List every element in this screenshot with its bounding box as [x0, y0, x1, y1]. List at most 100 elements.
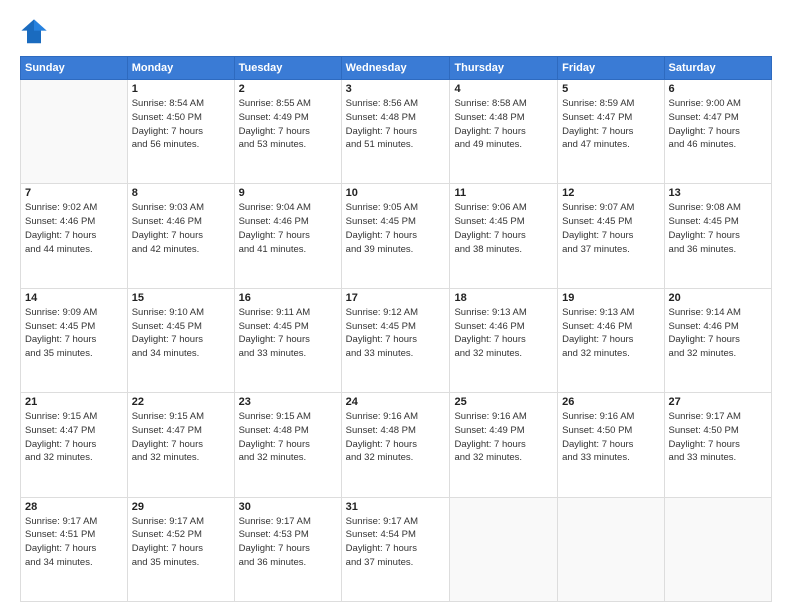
calendar-cell: 28 Sunrise: 9:17 AMSunset: 4:51 PMDayligh… — [21, 497, 128, 601]
day-detail: Sunrise: 9:17 AMSunset: 4:50 PMDaylight:… — [669, 410, 767, 465]
day-detail: Sunrise: 8:54 AMSunset: 4:50 PMDaylight:… — [132, 97, 230, 152]
day-number: 1 — [132, 83, 230, 95]
day-detail: Sunrise: 9:03 AMSunset: 4:46 PMDaylight:… — [132, 201, 230, 256]
day-number: 27 — [669, 396, 767, 408]
day-number: 13 — [669, 187, 767, 199]
day-detail: Sunrise: 9:16 AMSunset: 4:49 PMDaylight:… — [454, 410, 553, 465]
day-detail: Sunrise: 9:05 AMSunset: 4:45 PMDaylight:… — [346, 201, 446, 256]
day-detail: Sunrise: 9:15 AMSunset: 4:47 PMDaylight:… — [132, 410, 230, 465]
calendar-cell: 1 Sunrise: 8:54 AMSunset: 4:50 PMDaylight… — [127, 80, 234, 184]
calendar-cell: 25Sunrise: 9:16 AMSunset: 4:49 PMDayligh… — [450, 393, 558, 497]
day-number: 4 — [454, 83, 553, 95]
day-number: 20 — [669, 292, 767, 304]
day-number: 18 — [454, 292, 553, 304]
day-number: 2 — [239, 83, 337, 95]
calendar-cell: 20 Sunrise: 9:14 AMSunset: 4:46 PMDayligh… — [664, 288, 771, 392]
day-detail: Sunrise: 9:11 AMSunset: 4:45 PMDaylight:… — [239, 306, 337, 361]
calendar-cell: 31 Sunrise: 9:17 AMSunset: 4:54 PMDayligh… — [341, 497, 450, 601]
calendar-cell: 23 Sunrise: 9:15 AMSunset: 4:48 PMDayligh… — [234, 393, 341, 497]
day-detail: Sunrise: 9:16 AMSunset: 4:50 PMDaylight:… — [562, 410, 659, 465]
page: SundayMondayTuesdayWednesdayThursdayFrid… — [0, 0, 792, 612]
calendar-cell: 13 Sunrise: 9:08 AMSunset: 4:45 PMDayligh… — [664, 184, 771, 288]
header — [20, 18, 772, 46]
day-detail: Sunrise: 9:17 AMSunset: 4:54 PMDaylight:… — [346, 515, 446, 570]
day-number: 10 — [346, 187, 446, 199]
calendar-cell: 2 Sunrise: 8:55 AMSunset: 4:49 PMDaylight… — [234, 80, 341, 184]
calendar-cell: 9 Sunrise: 9:04 AMSunset: 4:46 PMDaylight… — [234, 184, 341, 288]
day-number: 15 — [132, 292, 230, 304]
calendar-cell: 21 Sunrise: 9:15 AMSunset: 4:47 PMDayligh… — [21, 393, 128, 497]
day-number: 14 — [25, 292, 123, 304]
calendar-cell — [450, 497, 558, 601]
day-number: 21 — [25, 396, 123, 408]
calendar-cell: 7 Sunrise: 9:02 AMSunset: 4:46 PMDaylight… — [21, 184, 128, 288]
calendar-cell: 22 Sunrise: 9:15 AMSunset: 4:47 PMDayligh… — [127, 393, 234, 497]
day-number: 31 — [346, 501, 446, 513]
weekday-header: Saturday — [664, 57, 771, 80]
day-number: 3 — [346, 83, 446, 95]
calendar-cell: 29 Sunrise: 9:17 AMSunset: 4:52 PMDayligh… — [127, 497, 234, 601]
day-number: 12 — [562, 187, 659, 199]
day-number: 19 — [562, 292, 659, 304]
day-detail: Sunrise: 9:04 AMSunset: 4:46 PMDaylight:… — [239, 201, 337, 256]
day-detail: Sunrise: 9:02 AMSunset: 4:46 PMDaylight:… — [25, 201, 123, 256]
logo-icon — [20, 18, 48, 46]
calendar-cell: 26 Sunrise: 9:16 AMSunset: 4:50 PMDayligh… — [558, 393, 664, 497]
weekday-header: Friday — [558, 57, 664, 80]
calendar-cell: 12 Sunrise: 9:07 AMSunset: 4:45 PMDayligh… — [558, 184, 664, 288]
day-detail: Sunrise: 9:17 AMSunset: 4:53 PMDaylight:… — [239, 515, 337, 570]
calendar-cell: 18 Sunrise: 9:13 AMSunset: 4:46 PMDayligh… — [450, 288, 558, 392]
calendar-cell: 17 Sunrise: 9:12 AMSunset: 4:45 PMDayligh… — [341, 288, 450, 392]
day-number: 30 — [239, 501, 337, 513]
day-detail: Sunrise: 8:56 AMSunset: 4:48 PMDaylight:… — [346, 97, 446, 152]
day-detail: Sunrise: 9:09 AMSunset: 4:45 PMDaylight:… — [25, 306, 123, 361]
day-detail: Sunrise: 9:15 AMSunset: 4:48 PMDaylight:… — [239, 410, 337, 465]
day-number: 5 — [562, 83, 659, 95]
day-number: 28 — [25, 501, 123, 513]
day-detail: Sunrise: 9:08 AMSunset: 4:45 PMDaylight:… — [669, 201, 767, 256]
day-number: 22 — [132, 396, 230, 408]
day-detail: Sunrise: 8:55 AMSunset: 4:49 PMDaylight:… — [239, 97, 337, 152]
weekday-header: Thursday — [450, 57, 558, 80]
day-number: 6 — [669, 83, 767, 95]
day-number: 17 — [346, 292, 446, 304]
calendar-cell: 10 Sunrise: 9:05 AMSunset: 4:45 PMDayligh… — [341, 184, 450, 288]
day-number: 9 — [239, 187, 337, 199]
calendar-cell: 4 Sunrise: 8:58 AMSunset: 4:48 PMDaylight… — [450, 80, 558, 184]
day-detail: Sunrise: 9:17 AMSunset: 4:51 PMDaylight:… — [25, 515, 123, 570]
calendar-cell: 14 Sunrise: 9:09 AMSunset: 4:45 PMDayligh… — [21, 288, 128, 392]
day-detail: Sunrise: 9:00 AMSunset: 4:47 PMDaylight:… — [669, 97, 767, 152]
calendar-cell: 8Sunrise: 9:03 AMSunset: 4:46 PMDaylight… — [127, 184, 234, 288]
weekday-header: Wednesday — [341, 57, 450, 80]
day-number: 16 — [239, 292, 337, 304]
day-number: 29 — [132, 501, 230, 513]
day-detail: Sunrise: 9:17 AMSunset: 4:52 PMDaylight:… — [132, 515, 230, 570]
day-detail: Sunrise: 8:59 AMSunset: 4:47 PMDaylight:… — [562, 97, 659, 152]
day-number: 24 — [346, 396, 446, 408]
day-number: 7 — [25, 187, 123, 199]
calendar-cell — [21, 80, 128, 184]
calendar-cell — [558, 497, 664, 601]
day-detail: Sunrise: 9:07 AMSunset: 4:45 PMDaylight:… — [562, 201, 659, 256]
calendar-cell: 16 Sunrise: 9:11 AMSunset: 4:45 PMDayligh… — [234, 288, 341, 392]
day-detail: Sunrise: 9:13 AMSunset: 4:46 PMDaylight:… — [562, 306, 659, 361]
day-detail: Sunrise: 9:10 AMSunset: 4:45 PMDaylight:… — [132, 306, 230, 361]
day-detail: Sunrise: 9:13 AMSunset: 4:46 PMDaylight:… — [454, 306, 553, 361]
day-detail: Sunrise: 9:15 AMSunset: 4:47 PMDaylight:… — [25, 410, 123, 465]
weekday-header: Monday — [127, 57, 234, 80]
day-number: 11 — [454, 187, 553, 199]
day-number: 26 — [562, 396, 659, 408]
day-detail: Sunrise: 9:12 AMSunset: 4:45 PMDaylight:… — [346, 306, 446, 361]
calendar-cell: 15 Sunrise: 9:10 AMSunset: 4:45 PMDayligh… — [127, 288, 234, 392]
day-detail: Sunrise: 8:58 AMSunset: 4:48 PMDaylight:… — [454, 97, 553, 152]
calendar-cell: 19 Sunrise: 9:13 AMSunset: 4:46 PMDayligh… — [558, 288, 664, 392]
calendar-cell: 24Sunrise: 9:16 AMSunset: 4:48 PMDayligh… — [341, 393, 450, 497]
calendar-cell — [664, 497, 771, 601]
calendar-cell: 27 Sunrise: 9:17 AMSunset: 4:50 PMDayligh… — [664, 393, 771, 497]
calendar-cell: 3 Sunrise: 8:56 AMSunset: 4:48 PMDaylight… — [341, 80, 450, 184]
calendar-cell: 30 Sunrise: 9:17 AMSunset: 4:53 PMDayligh… — [234, 497, 341, 601]
day-number: 23 — [239, 396, 337, 408]
day-detail: Sunrise: 9:14 AMSunset: 4:46 PMDaylight:… — [669, 306, 767, 361]
calendar-cell: 5 Sunrise: 8:59 AMSunset: 4:47 PMDaylight… — [558, 80, 664, 184]
calendar-cell: 6 Sunrise: 9:00 AMSunset: 4:47 PMDaylight… — [664, 80, 771, 184]
